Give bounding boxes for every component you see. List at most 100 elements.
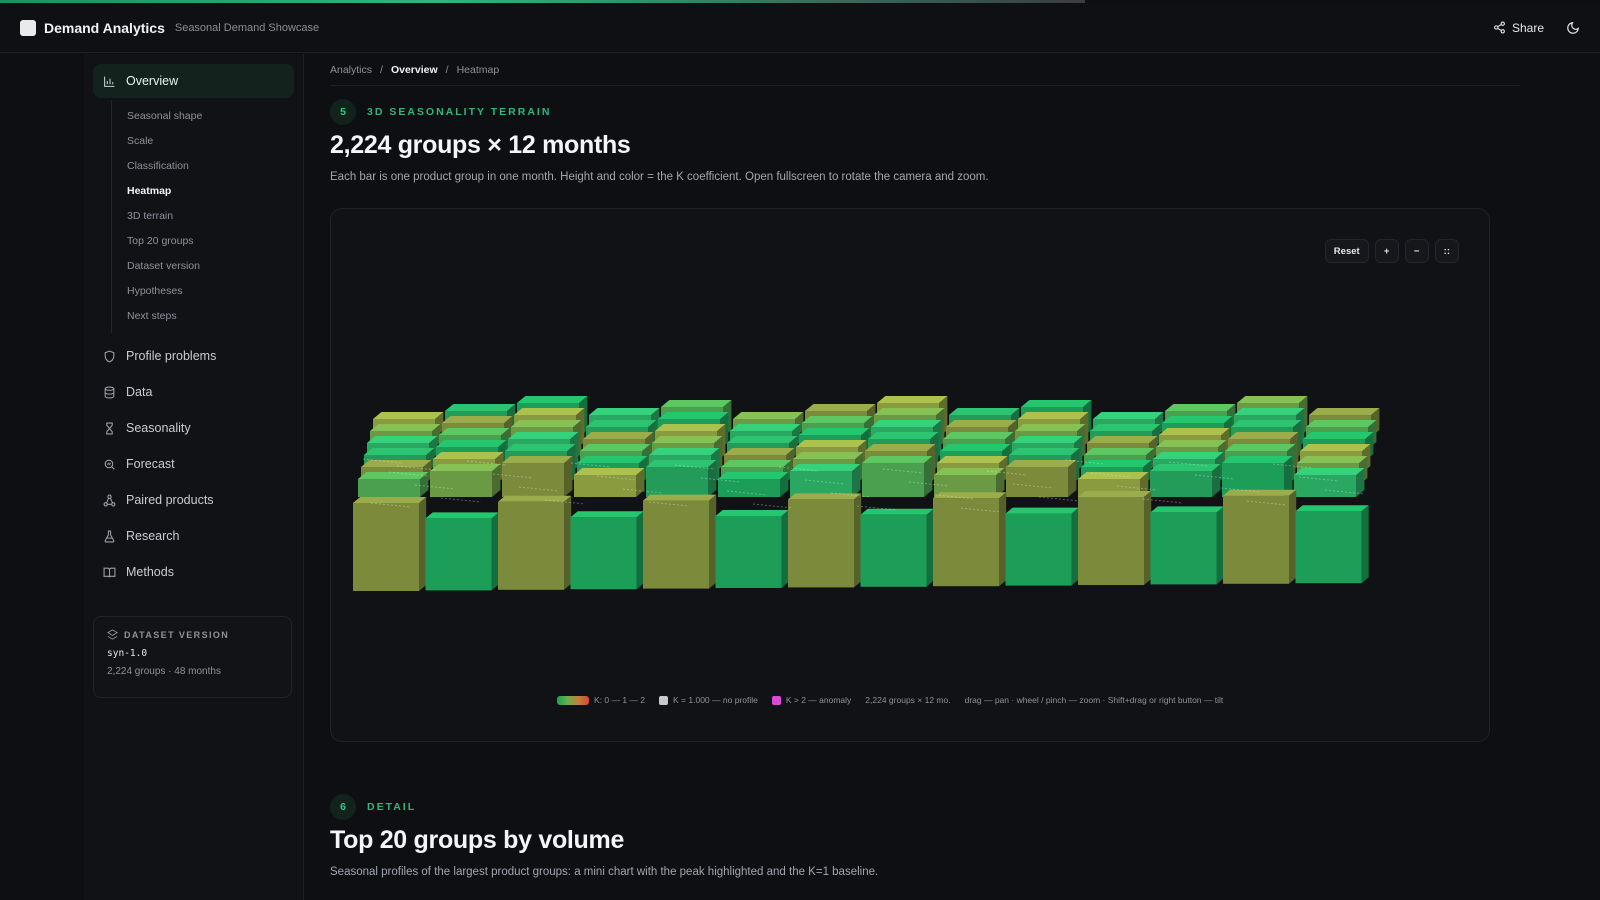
terrain-3d-canvas[interactable]: [353, 359, 1403, 599]
section-5-header: 5 3D SEASONALITY TERRAIN: [330, 99, 551, 125]
app-logo: [20, 19, 36, 36]
share-icon: [1494, 21, 1505, 34]
section-description: Each bar is one product group in one mon…: [330, 171, 989, 183]
layers-icon: [107, 629, 118, 640]
sidebar-item-data[interactable]: Data: [93, 375, 294, 409]
anomaly-swatch: [771, 695, 781, 705]
sidebar-item-label: Forecast: [126, 457, 175, 471]
sidebar-item-methods[interactable]: Methods: [93, 555, 294, 589]
sidebar-item-label: Research: [126, 529, 180, 543]
terrain-bar: [502, 456, 573, 497]
subnav-next-steps[interactable]: Next steps: [112, 304, 294, 329]
legend-k-scale-label: K: 0 — 1 — 2: [594, 695, 646, 705]
shield-icon: [104, 350, 115, 363]
terrain-bar: [715, 510, 789, 588]
section-number-badge: 6: [330, 794, 356, 820]
terrain-bar: [570, 511, 644, 590]
legend-help-text: drag — pan · wheel / pinch — zoom · Shif…: [964, 695, 1224, 705]
terrain-bar: [425, 512, 499, 591]
dataset-version-card: DATASET VERSION syn-1.0 2,224 groups · 4…: [93, 616, 292, 698]
sidebar-item-label: Seasonality: [126, 421, 191, 435]
network-icon: [103, 494, 116, 506]
terrain-bar: [718, 472, 789, 497]
sidebar-item-label: Profile problems: [126, 349, 217, 363]
main-content: Analytics / Overview / Heatmap 5 3D SEAS…: [305, 54, 1600, 900]
section-title: Top 20 groups by volume: [330, 826, 625, 854]
sidebar-item-profile-problems[interactable]: Profile problems: [93, 339, 294, 373]
subnav-classification[interactable]: Classification: [112, 154, 294, 179]
terrain-bar: [498, 495, 572, 590]
subnav-top-20-groups[interactable]: Top 20 groups: [112, 229, 294, 254]
dataset-version-value: syn-1.0: [107, 648, 148, 659]
terrain-visualization-card[interactable]: Reset + − :: K: 0 — 1 — 2 K = 1.000 — no…: [330, 208, 1490, 742]
terrain-bar: [1295, 505, 1369, 584]
theme-toggle-button[interactable]: [1566, 21, 1580, 35]
top-bar: Demand Analytics Seasonal Demand Showcas…: [0, 3, 1600, 53]
subnav-heatmap[interactable]: Heatmap: [112, 179, 294, 204]
subnav-dataset-version[interactable]: Dataset version: [112, 254, 294, 279]
legend-anomaly: K > 2 — anomaly: [771, 695, 852, 705]
fullscreen-button[interactable]: ::: [1434, 239, 1459, 263]
overview-subnav: Seasonal shape Scale Classification Heat…: [111, 100, 294, 333]
terrain-bar: [788, 493, 862, 588]
terrain-bar: [1005, 507, 1079, 586]
reset-view-button[interactable]: Reset: [1324, 239, 1369, 263]
section-eyebrow: DETAIL: [367, 801, 417, 813]
terrain-bar: [933, 492, 1007, 587]
flask-icon: [104, 530, 115, 542]
sidebar-item-paired-products[interactable]: Paired products: [93, 483, 294, 517]
bar-chart-icon: [104, 76, 115, 87]
legend-dimensions: 2,224 groups × 12 mo.: [865, 695, 951, 705]
legend-no-profile-label: K = 1.000 — no profile: [673, 695, 758, 705]
terrain-bar: [862, 456, 933, 497]
terrain-bar: [1006, 460, 1077, 497]
breadcrumb-separator: /: [380, 63, 383, 76]
section-title: 2,224 groups × 12 months: [330, 131, 631, 159]
subnav-seasonal-shape[interactable]: Seasonal shape: [112, 104, 294, 129]
app-subtitle: Seasonal Demand Showcase: [174, 21, 320, 34]
zoom-out-button[interactable]: −: [1404, 239, 1429, 263]
dataset-card-title: DATASET VERSION: [124, 629, 230, 640]
moon-icon: [1567, 21, 1579, 34]
hourglass-icon: [106, 422, 113, 434]
section-eyebrow: 3D SEASONALITY TERRAIN: [367, 106, 552, 118]
database-icon: [104, 386, 115, 398]
viz-controls: Reset + − ::: [1324, 239, 1459, 263]
sidebar-item-label: Methods: [126, 565, 174, 579]
zoom-in-button[interactable]: +: [1374, 239, 1399, 263]
subnav-3d-terrain[interactable]: 3D terrain: [112, 204, 294, 229]
subnav-scale[interactable]: Scale: [112, 129, 294, 154]
terrain-highlight: [1038, 496, 1080, 502]
terrain-legend: K: 0 — 1 — 2 K = 1.000 — no profile K > …: [557, 695, 1223, 705]
dataset-meta: 2,224 groups · 48 months: [107, 666, 221, 677]
terrain-bar: [1150, 506, 1224, 585]
sidebar-item-forecast[interactable]: Forecast: [93, 447, 294, 481]
search-chart-icon: [104, 459, 115, 470]
breadcrumb-heatmap: Heatmap: [456, 63, 500, 76]
sidebar: Overview Seasonal shape Scale Classifica…: [84, 54, 304, 900]
legend-anomaly-label: K > 2 — anomaly: [785, 695, 852, 705]
terrain-bar: [574, 468, 645, 497]
sidebar-item-seasonality[interactable]: Seasonality: [93, 411, 294, 445]
sidebar-item-research[interactable]: Research: [93, 519, 294, 553]
dataset-card-header: DATASET VERSION: [107, 629, 278, 640]
terrain-bar: [358, 472, 429, 497]
terrain-bar: [353, 497, 427, 591]
subnav-hypotheses[interactable]: Hypotheses: [112, 279, 294, 304]
section-6-header: 6 DETAIL: [330, 794, 416, 820]
breadcrumb-analytics[interactable]: Analytics: [330, 64, 372, 76]
breadcrumb-overview[interactable]: Overview: [391, 64, 438, 76]
k-gradient-swatch: [557, 695, 589, 705]
terrain-highlight: [440, 497, 482, 503]
sidebar-item-label: Paired products: [126, 493, 214, 507]
sidebar-item-label: Overview: [126, 74, 179, 88]
terrain-bar: [1078, 491, 1152, 585]
section-description: Seasonal profiles of the largest product…: [330, 866, 879, 878]
breadcrumb-separator: /: [445, 63, 449, 76]
share-label: Share: [1511, 20, 1544, 35]
terrain-bar: [1150, 464, 1221, 497]
share-button[interactable]: Share: [1493, 21, 1544, 35]
terrain-bar: [430, 464, 501, 497]
sidebar-item-overview[interactable]: Overview: [93, 64, 294, 98]
breadcrumb: Analytics / Overview / Heatmap: [330, 54, 1520, 86]
